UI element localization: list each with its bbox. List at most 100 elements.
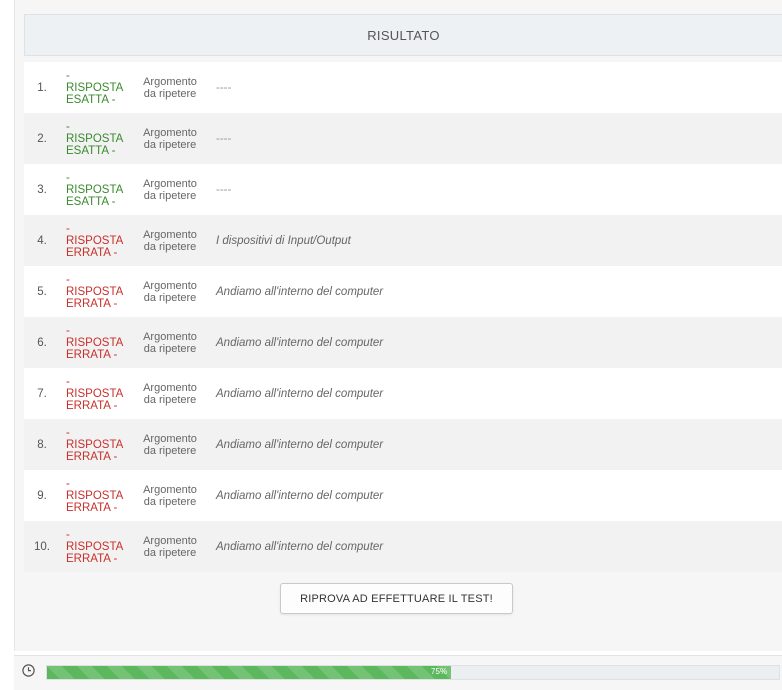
topic-to-review: ----	[216, 132, 232, 145]
status-line2: ESATTA -	[66, 144, 116, 157]
argument-label-line1: Argomento	[143, 228, 197, 241]
topic-to-review: Andiamo all'interno del computer	[216, 489, 384, 502]
argument-label: Argomento da ripetere	[140, 178, 200, 202]
topic-to-review: Andiamo all'interno del computer	[216, 540, 384, 553]
status-line2: ERRATA -	[66, 552, 118, 565]
status-line1: RISPOSTA	[66, 438, 124, 451]
argument-label: Argomento da ripetere	[140, 535, 200, 559]
argument-label-line2: da ripetere	[143, 342, 197, 355]
answer-status: - RISPOSTA ESATTA -	[60, 121, 140, 157]
status-dash: -	[66, 375, 70, 388]
row-number: 4.	[37, 234, 47, 247]
argument-label: Argomento da ripetere	[140, 331, 200, 355]
status-line1: RISPOSTA	[66, 285, 124, 298]
row-number: 6.	[37, 336, 47, 349]
status-line2: ERRATA -	[66, 297, 118, 310]
argument-label: Argomento da ripetere	[140, 127, 200, 151]
topic-to-review: Andiamo all'interno del computer	[216, 387, 384, 400]
answer-status: - RISPOSTA ERRATA -	[60, 427, 140, 463]
argument-label-line2: da ripetere	[143, 393, 197, 406]
progress-bar: 75%	[46, 665, 780, 680]
row-number: 2.	[37, 132, 47, 145]
row-number: 8.	[37, 438, 47, 451]
result-row: 7. - RISPOSTA ERRATA - Argomento da ripetere A…	[24, 368, 782, 419]
argument-label: Argomento da ripetere	[140, 76, 200, 100]
status-line1: RISPOSTA	[66, 387, 124, 400]
status-dash: -	[66, 120, 70, 133]
progress-fill: 75%	[47, 666, 452, 679]
topic-to-review: Andiamo all'interno del computer	[216, 438, 384, 451]
argument-label-line1: Argomento	[143, 432, 197, 445]
answer-status: - RISPOSTA ERRATA -	[60, 223, 140, 259]
argument-label: Argomento da ripetere	[140, 484, 200, 508]
retry-test-button[interactable]: RIPROVA AD EFFETTUARE IL TEST!	[280, 583, 513, 614]
argument-label-line1: Argomento	[143, 483, 197, 496]
result-row: 3. - RISPOSTA ESATTA - Argomento da ripetere -…	[24, 164, 782, 215]
argument-label-line1: Argomento	[143, 279, 197, 292]
row-number: 3.	[37, 183, 47, 196]
argument-label-line1: Argomento	[143, 126, 197, 139]
answer-status: - RISPOSTA ERRATA -	[60, 325, 140, 361]
result-row: 9. - RISPOSTA ERRATA - Argomento da ripetere A…	[24, 470, 782, 521]
topic-to-review: Andiamo all'interno del computer	[216, 285, 384, 298]
argument-label-line2: da ripetere	[143, 546, 197, 559]
status-dash: -	[66, 477, 70, 490]
progress-label: 75%	[431, 667, 448, 676]
status-line1: RISPOSTA	[66, 540, 124, 553]
status-line1: RISPOSTA	[66, 81, 124, 94]
row-number: 5.	[37, 285, 47, 298]
row-number: 7.	[37, 387, 47, 400]
answer-status: - RISPOSTA ESATTA -	[60, 70, 140, 106]
argument-label-line2: da ripetere	[143, 189, 197, 202]
answer-status: - RISPOSTA ERRATA -	[60, 478, 140, 514]
status-line2: ERRATA -	[66, 399, 118, 412]
argument-label-line2: da ripetere	[143, 495, 197, 508]
result-row: 6. - RISPOSTA ERRATA - Argomento da ripetere A…	[24, 317, 782, 368]
status-line2: ERRATA -	[66, 348, 118, 361]
result-list: 1. - RISPOSTA ESATTA - Argomento da ripetere -…	[24, 62, 782, 572]
status-dash: -	[66, 426, 70, 439]
topic-to-review: Andiamo all'interno del computer	[216, 336, 384, 349]
status-line1: RISPOSTA	[66, 132, 124, 145]
status-dash: -	[66, 171, 70, 184]
status-line2: ERRATA -	[66, 450, 118, 463]
status-line1: RISPOSTA	[66, 489, 124, 502]
status-line1: RISPOSTA	[66, 234, 124, 247]
status-dash: -	[66, 528, 70, 541]
status-line2: ERRATA -	[66, 246, 118, 259]
status-line2: ESATTA -	[66, 93, 116, 106]
argument-label-line2: da ripetere	[143, 291, 197, 304]
argument-label-line1: Argomento	[143, 177, 197, 190]
row-number: 10.	[34, 540, 50, 553]
argument-label-line1: Argomento	[143, 330, 197, 343]
result-title: RISULTATO	[367, 27, 440, 43]
status-dash: -	[66, 222, 70, 235]
status-line1: RISPOSTA	[66, 336, 124, 349]
argument-label-line2: da ripetere	[143, 444, 197, 457]
argument-label-line2: da ripetere	[143, 87, 197, 100]
argument-label-line1: Argomento	[143, 75, 197, 88]
status-dash: -	[66, 324, 70, 337]
answer-status: - RISPOSTA ERRATA -	[60, 274, 140, 310]
argument-label: Argomento da ripetere	[140, 433, 200, 457]
result-row: 2. - RISPOSTA ESATTA - Argomento da ripetere -…	[24, 113, 782, 164]
argument-label-line2: da ripetere	[143, 240, 197, 253]
topic-to-review: I dispositivi di Input/Output	[216, 234, 351, 247]
topic-to-review: ----	[216, 183, 232, 196]
row-number: 1.	[37, 81, 47, 94]
argument-label: Argomento da ripetere	[140, 280, 200, 304]
answer-status: - RISPOSTA ESATTA -	[60, 172, 140, 208]
answer-status: - RISPOSTA ERRATA -	[60, 376, 140, 412]
status-line2: ESATTA -	[66, 195, 116, 208]
argument-label-line2: da ripetere	[143, 138, 197, 151]
result-row: 8. - RISPOSTA ERRATA - Argomento da ripetere A…	[24, 419, 782, 470]
answer-status: - RISPOSTA ERRATA -	[60, 529, 140, 565]
result-row: 10. - RISPOSTA ERRATA - Argomento da ripetere…	[24, 521, 782, 572]
result-row: 4. - RISPOSTA ERRATA - Argomento da ripetere I…	[24, 215, 782, 266]
row-number: 9.	[37, 489, 47, 502]
argument-label-line1: Argomento	[143, 534, 197, 547]
status-line2: ERRATA -	[66, 501, 118, 514]
status-dash: -	[66, 273, 70, 286]
status-dash: -	[66, 69, 70, 82]
status-line1: RISPOSTA	[66, 183, 124, 196]
